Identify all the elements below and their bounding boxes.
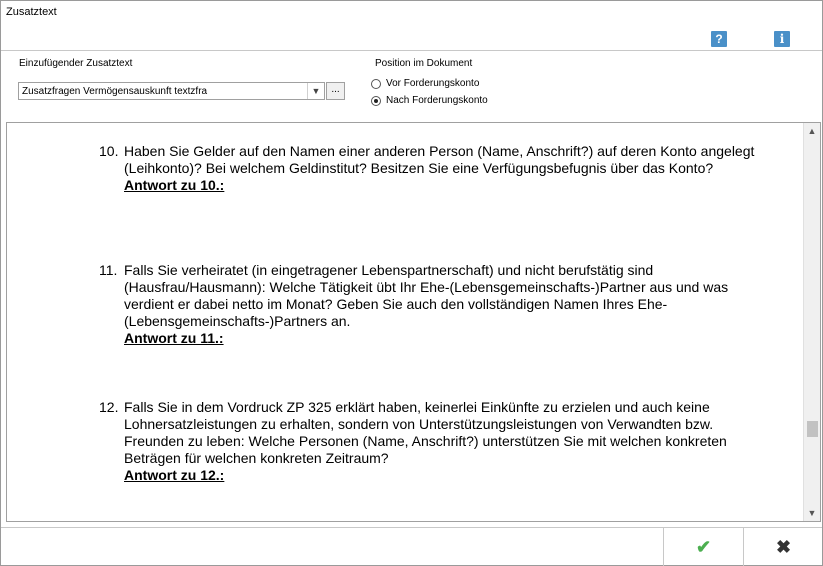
- radio-checked-icon[interactable]: [371, 96, 381, 106]
- scroll-up-icon[interactable]: ▲: [804, 123, 820, 139]
- close-icon: ✖: [775, 537, 792, 557]
- window-title: Zusatztext: [6, 6, 57, 18]
- answer-label: Antwort zu 10.:: [124, 177, 225, 193]
- question-10: 10. Haben Sie Gelder auf den Namen einer…: [99, 143, 759, 194]
- scroll-down-icon[interactable]: ▼: [804, 505, 820, 521]
- question-number: 12.: [99, 399, 119, 415]
- question-11: 11. Falls Sie verheiratet (in eingetrage…: [99, 262, 759, 347]
- divider: [1, 50, 822, 51]
- position-label: Position im Dokument: [375, 58, 473, 69]
- answer-label: Antwort zu 11.:: [124, 330, 224, 346]
- question-number: 10.: [99, 143, 119, 159]
- radio-icon[interactable]: [371, 79, 381, 89]
- radio-label: Vor Forderungskonto: [386, 78, 480, 89]
- question-12: 12. Falls Sie in dem Vordruck ZP 325 erk…: [99, 399, 759, 484]
- combo-value: Zusatzfragen Vermögensauskunft textzfra: [22, 86, 208, 97]
- answer-label: Antwort zu 12.:: [124, 467, 225, 483]
- insert-text-label: Einzufügender Zusatztext: [19, 58, 133, 69]
- scroll-thumb[interactable]: [807, 421, 818, 437]
- browse-button[interactable]: ...: [326, 82, 345, 100]
- help-icon[interactable]: ?: [711, 31, 727, 47]
- insert-text-combo[interactable]: Zusatzfragen Vermögensauskunft textzfra …: [18, 82, 325, 100]
- zusatztext-dialog: Zusatztext ? i Einzufügender Zusatztext …: [0, 0, 823, 566]
- vertical-scrollbar[interactable]: ▲ ▼: [803, 123, 820, 521]
- chevron-down-icon[interactable]: ▼: [307, 83, 324, 99]
- question-number: 11.: [99, 262, 118, 278]
- text-editor[interactable]: 10. Haben Sie Gelder auf den Namen einer…: [6, 122, 821, 522]
- question-text: Falls Sie in dem Vordruck ZP 325 erklärt…: [124, 399, 727, 466]
- ok-button[interactable]: ✔: [664, 528, 743, 566]
- checkmark-icon: ✔: [695, 537, 712, 557]
- question-text: Falls Sie verheiratet (in eingetragener …: [124, 262, 729, 329]
- cancel-button[interactable]: ✖: [744, 528, 823, 566]
- question-text: Haben Sie Gelder auf den Namen einer and…: [124, 143, 755, 176]
- info-icon[interactable]: i: [774, 31, 790, 47]
- radio-label: Nach Forderungskonto: [386, 95, 488, 106]
